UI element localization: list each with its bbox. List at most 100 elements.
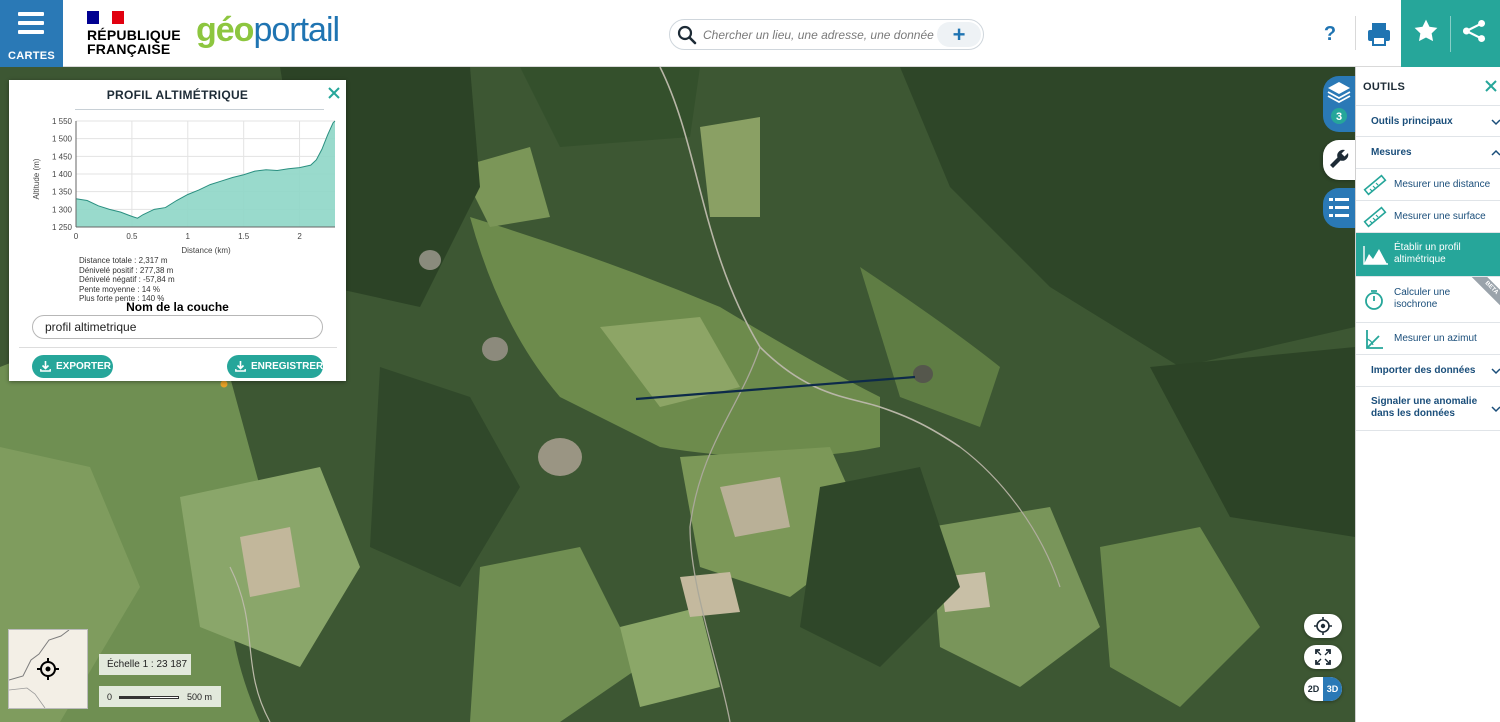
scale-bar: 0 500 m (99, 686, 221, 707)
tool-mesurer-surface[interactable]: Mesurer une surface (1356, 201, 1500, 233)
stat-positive-elevation: Dénivelé positif : 277,38 m (79, 265, 174, 275)
profile-altimetrique-panel: PROFIL ALTIMÉTRIQUE 1 250 1 300 1 350 1 400… (9, 80, 346, 381)
section-signaler-anomalie[interactable]: Signaler une anomalie dans les données (1356, 387, 1500, 431)
legend-tab[interactable] (1323, 188, 1355, 228)
close-icon[interactable] (1484, 79, 1498, 93)
scale-distance: 500 m (187, 692, 213, 702)
stat-total-distance: Distance totale : 2,317 m (79, 256, 168, 265)
chevron-down-icon (1491, 368, 1500, 375)
republique-francaise-logo[interactable]: RÉPUBLIQUE FRANÇAISE (87, 11, 181, 56)
profile-stats: Distance totale : 2,317 m Dénivelé posit… (79, 256, 175, 304)
save-label: ENREGISTRER (251, 361, 324, 372)
expand-icon (1315, 649, 1331, 665)
scale-ratio: Échelle 1 : 23 187 (99, 654, 191, 675)
cartes-menu-label: CARTES (7, 50, 56, 62)
section-label: Signaler une anomalie dans les données (1371, 396, 1478, 419)
tool-mesurer-azimut[interactable]: Mesurer un azimut (1356, 323, 1500, 355)
export-button[interactable]: EXPORTER (32, 355, 113, 378)
stat-negative-elevation: Dénivelé négatif : -57,84 m (79, 275, 175, 284)
stopwatch-icon (1365, 290, 1383, 310)
tool-calculer-isochrone[interactable]: Calculer une isochrone BETA (1356, 277, 1500, 323)
location-marker (220, 380, 228, 388)
section-mesures[interactable]: Mesures (1356, 137, 1500, 169)
search-bar[interactable]: Chercher un lieu, une adresse, une donné… (669, 19, 984, 50)
ruler-icon (1363, 206, 1387, 228)
search-icon (677, 25, 697, 45)
section-importer-donnees[interactable]: Importer des données (1356, 355, 1500, 387)
chevron-up-icon (1491, 149, 1500, 156)
chart-y-tick-label: 1 500 (52, 135, 73, 144)
chevron-down-icon (1491, 406, 1500, 413)
beta-badge: BETA (1468, 277, 1500, 311)
french-flag-icon (87, 11, 124, 24)
chart-x-tick-label: 0.5 (126, 232, 138, 241)
layers-icon: 3 (1327, 82, 1351, 124)
header-teal-divider (1450, 16, 1451, 52)
section-outils-principaux[interactable]: Outils principaux (1356, 105, 1500, 137)
scale-zero: 0 (107, 692, 113, 702)
advanced-search-plus-button[interactable]: + (937, 22, 981, 47)
cartes-menu-button[interactable]: CARTES (0, 0, 63, 67)
scale-bar-graphic (119, 696, 179, 699)
help-button[interactable]: ? (1312, 20, 1348, 48)
chart-y-axis-label: Altitude (m) (32, 158, 41, 199)
tool-label: Calculer une isochrone (1394, 287, 1451, 310)
chart-x-tick-label: 1 (186, 232, 191, 241)
ruler-icon (1363, 174, 1387, 196)
tool-label: Mesurer une distance (1394, 179, 1491, 190)
toggle-2d[interactable]: 2D (1304, 677, 1323, 701)
tools-tab[interactable] (1323, 140, 1355, 180)
tool-label: Mesurer une surface (1394, 211, 1486, 222)
profile-divider (19, 347, 337, 348)
wrench-icon (1330, 149, 1349, 168)
geoportail-logo[interactable]: géoportail (196, 11, 340, 50)
outils-panel: OUTILS Outils principaux Mesures Mesurer… (1355, 67, 1500, 722)
download-icon (40, 361, 51, 372)
elevation-profile-icon (1363, 246, 1388, 265)
header-action-group (1401, 0, 1500, 67)
chart-y-tick-label: 1 350 (52, 188, 73, 197)
favorites-star-icon[interactable] (1413, 18, 1439, 44)
profile-panel-title: PROFIL ALTIMÉTRIQUE (106, 88, 249, 102)
rf-line2: FRANÇAISE (87, 41, 171, 57)
outils-title: OUTILS (1363, 81, 1406, 93)
print-icon[interactable] (1362, 18, 1396, 50)
share-icon[interactable] (1461, 18, 1487, 44)
chart-x-tick-label: 1.5 (238, 232, 250, 241)
tool-label: Établir un profil altimétrique (1394, 242, 1461, 265)
chevron-down-icon (1491, 119, 1500, 126)
save-button[interactable]: ENREGISTRER (227, 355, 323, 378)
logo-portail: portail (253, 11, 340, 49)
section-label: Mesures (1371, 147, 1412, 158)
search-input[interactable]: Chercher un lieu, une adresse, une donné… (703, 28, 934, 42)
minimap-canvas (8, 629, 70, 709)
elevation-profile-chart: 1 250 1 300 1 350 1 400 1 450 1 500 1 550 0 0.5 1… (32, 117, 336, 255)
header-divider (1355, 16, 1356, 50)
azimuth-icon (1366, 330, 1383, 349)
hamburger-icon (18, 12, 44, 39)
chart-y-tick-label: 1 400 (52, 170, 73, 179)
list-icon (1329, 198, 1349, 217)
toggle-3d[interactable]: 3D (1323, 677, 1342, 701)
crosshair-icon (1314, 617, 1332, 635)
tool-profil-altimetrique[interactable]: Établir un profil altimétrique (1356, 233, 1500, 277)
chart-x-axis-label: Distance (km) (181, 246, 231, 255)
chart-x-tick-label: 2 (297, 232, 302, 241)
layers-tab[interactable]: 3 (1323, 76, 1355, 132)
logo-geo: géo (196, 11, 254, 49)
fullscreen-button[interactable] (1304, 645, 1342, 669)
chart-x-tick-label: 0 (74, 232, 79, 241)
stat-avg-slope: Pente moyenne : 14 % (79, 284, 160, 294)
dimension-toggle[interactable]: 2D 3D (1304, 677, 1342, 701)
layer-name-label: Nom de la couche (126, 300, 229, 314)
close-icon[interactable] (327, 86, 341, 100)
layer-name-input[interactable]: profil altimetrique (32, 315, 323, 339)
tool-mesurer-distance[interactable]: Mesurer une distance (1356, 169, 1500, 201)
section-label: Importer des données (1371, 365, 1476, 376)
title-underline (75, 109, 324, 110)
chart-y-tick-label: 1 300 (52, 205, 73, 214)
overview-minimap[interactable] (8, 629, 88, 709)
geolocate-button[interactable] (1304, 614, 1342, 638)
chart-y-tick-label: 1 250 (52, 223, 73, 232)
chart-y-tick-label: 1 550 (52, 117, 73, 126)
